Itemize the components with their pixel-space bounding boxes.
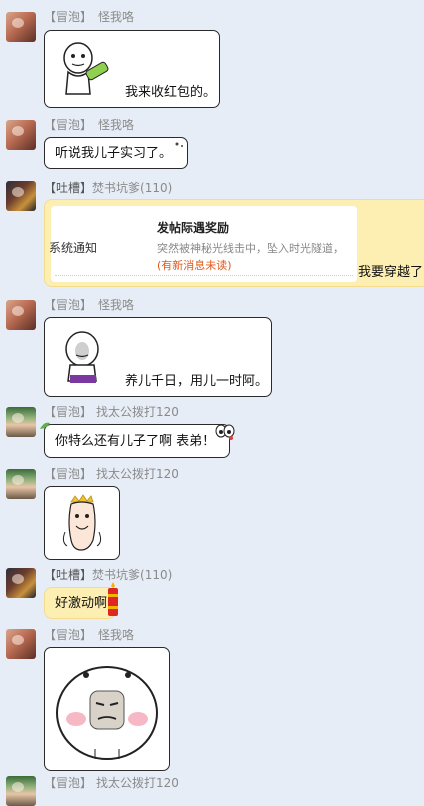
- firecracker-icon: [108, 582, 118, 616]
- avatar[interactable]: [6, 568, 36, 598]
- card-label: 系统通知: [49, 241, 98, 255]
- sticker-image[interactable]: [51, 492, 113, 554]
- message-text: 我要穿越了: [358, 265, 424, 280]
- notification-card[interactable]: 系统通知 发帖际遇奖励 突然被神秘光线击中，坠入时光隧道， (有新消息未读): [49, 206, 357, 282]
- avatar[interactable]: [6, 469, 36, 499]
- message-bubble[interactable]: 养儿千日，用儿一时阿。: [44, 317, 272, 397]
- sender-name: 【冒泡】 找太公拨打120: [44, 776, 179, 790]
- sticker-image[interactable]: [50, 323, 118, 391]
- sender-name: 【冒泡】 找太公拨打120: [44, 467, 179, 481]
- message-text: 你特么还有儿子了啊 表弟！: [55, 434, 216, 449]
- avatar[interactable]: [6, 120, 36, 150]
- sticker-image[interactable]: [50, 653, 164, 765]
- card-description: 突然被神秘光线击中，坠入时光隧道，: [157, 242, 344, 255]
- message-bubble[interactable]: 你特么还有儿子了啊 表弟！: [40, 422, 235, 458]
- message-bubble[interactable]: 我来收红包的。: [44, 30, 220, 108]
- message-bubble[interactable]: 系统通知 发帖际遇奖励 突然被神秘光线击中，坠入时光隧道， (有新消息未读) 我…: [44, 199, 424, 287]
- sender-name: 【冒泡】 怪我咯: [44, 298, 135, 312]
- sender-name: 【冒泡】 找太公拨打120: [44, 405, 179, 419]
- sender-name: 【冒泡】 怪我咯: [44, 118, 135, 132]
- card-title[interactable]: 发帖际遇奖励: [157, 219, 229, 236]
- message-bubble[interactable]: [44, 647, 170, 771]
- avatar[interactable]: [6, 407, 36, 437]
- avatar[interactable]: [6, 12, 36, 42]
- message-text: 我来收红包的。: [125, 85, 217, 100]
- message-text: 听说我儿子实习了。: [55, 146, 173, 161]
- message-text: 好激动啊: [55, 596, 108, 611]
- avatar[interactable]: [6, 181, 36, 211]
- unread-link[interactable]: (有新消息未读): [157, 257, 232, 273]
- sender-name: 【吐槽】焚书坑爹(110): [44, 568, 173, 582]
- avatar[interactable]: [6, 776, 36, 806]
- message-bubble[interactable]: 听说我儿子实习了。: [44, 137, 188, 169]
- message-text: 养儿千日，用儿一时阿。: [125, 374, 269, 389]
- avatar[interactable]: [6, 629, 36, 659]
- eyes-decoration-icon: [215, 424, 235, 440]
- card-divider: [55, 275, 353, 276]
- leaf-decoration-icon: [40, 422, 50, 429]
- avatar[interactable]: [6, 300, 36, 330]
- bubble-corner-decoration-icon: [175, 142, 183, 147]
- sender-name: 【冒泡】 怪我咯: [44, 10, 135, 24]
- message-bubble[interactable]: [44, 486, 120, 560]
- sticker-image[interactable]: [50, 36, 116, 102]
- sender-name: 【冒泡】 怪我咯: [44, 628, 135, 642]
- sender-name: 【吐槽】焚书坑爹(110): [44, 181, 173, 195]
- message-bubble[interactable]: 好激动啊: [44, 582, 118, 619]
